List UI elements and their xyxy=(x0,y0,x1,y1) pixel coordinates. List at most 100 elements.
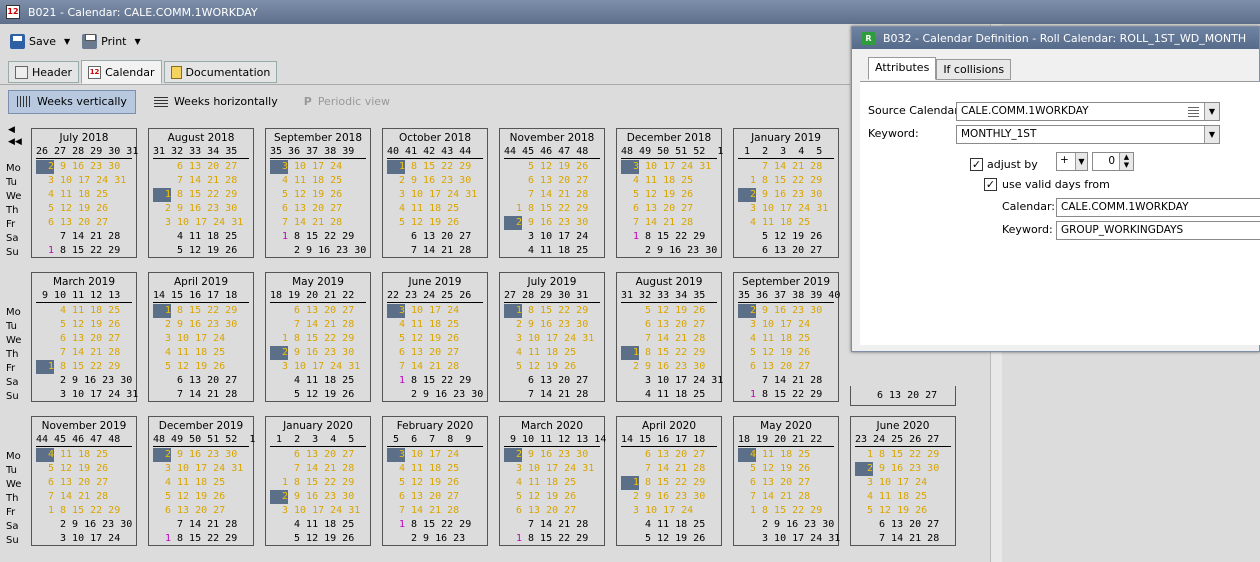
day-numbers[interactable]: 8 15 22 29 xyxy=(522,203,588,214)
day-numbers[interactable]: 8 15 22 29 xyxy=(54,505,120,516)
first-day[interactable]: 6 xyxy=(621,202,639,216)
day-numbers[interactable]: 9 16 23 30 xyxy=(405,175,471,186)
day-numbers[interactable]: 7 14 21 28 xyxy=(873,533,939,544)
day-numbers[interactable]: 5 12 19 26 xyxy=(288,533,354,544)
day-numbers[interactable]: 10 17 24 31 xyxy=(522,463,594,474)
day-numbers[interactable]: 14 21 28 xyxy=(756,491,810,502)
day-numbers[interactable]: 3 10 17 24 xyxy=(54,533,120,544)
day-numbers[interactable]: 11 18 25 xyxy=(522,477,576,488)
month-box[interactable]: December 2019 48 49 50 51 52 12 9 16 23 3… xyxy=(148,416,255,546)
day-numbers[interactable]: 6 13 20 27 xyxy=(639,449,705,460)
day-numbers[interactable]: 9 16 23 30 xyxy=(756,189,822,200)
print-button[interactable]: Print ▼ xyxy=(78,32,144,51)
first-day[interactable]: 4 xyxy=(738,332,756,346)
use-valid-days-checkbox[interactable]: ✓ xyxy=(984,178,997,191)
day-numbers[interactable]: 10 17 24 31 xyxy=(288,505,360,516)
first-day[interactable]: 1 xyxy=(387,374,405,388)
first-day[interactable]: 7 xyxy=(270,216,288,230)
first-day[interactable]: 1 xyxy=(153,304,171,318)
first-day[interactable]: 1 xyxy=(153,188,171,202)
day-numbers[interactable]: 10 17 24 31 xyxy=(54,175,126,186)
day-numbers[interactable]: 11 18 25 xyxy=(522,347,576,358)
first-day[interactable]: 1 xyxy=(387,160,405,174)
day-numbers[interactable]: 7 14 21 28 xyxy=(171,519,237,530)
first-day[interactable]: 1 xyxy=(153,532,171,546)
day-numbers[interactable]: 12 19 26 xyxy=(522,361,576,372)
day-numbers[interactable]: 2 9 16 23 30 xyxy=(288,245,366,256)
save-dropdown-icon[interactable]: ▼ xyxy=(64,37,70,46)
day-numbers[interactable]: 5 12 19 26 xyxy=(639,533,705,544)
first-day[interactable]: 3 xyxy=(387,304,405,318)
day-numbers[interactable]: 2 9 16 23 xyxy=(405,533,465,544)
day-numbers[interactable]: 6 13 20 27 xyxy=(639,319,705,330)
first-day[interactable]: 5 xyxy=(270,188,288,202)
day-numbers[interactable]: 9 16 23 30 xyxy=(171,319,237,330)
first-day[interactable]: 3 xyxy=(738,202,756,216)
first-day[interactable]: 5 xyxy=(738,346,756,360)
day-numbers[interactable]: 7 14 21 28 xyxy=(639,463,705,474)
day-numbers[interactable]: 12 19 26 xyxy=(756,347,810,358)
adjust-sign-select[interactable]: + ▼ xyxy=(1056,152,1088,171)
day-numbers[interactable]: 14 21 28 xyxy=(54,491,108,502)
adjust-value-stepper[interactable]: 0 ▲ ▼ xyxy=(1092,152,1134,171)
day-numbers[interactable]: 6 13 20 27 xyxy=(522,375,588,386)
first-day[interactable]: 5 xyxy=(36,202,54,216)
month-box[interactable]: April 2020 14 15 16 17 18 6 13 20 27 7 14… xyxy=(616,416,722,546)
day-numbers[interactable]: 9 16 23 30 xyxy=(756,305,822,316)
first-day[interactable]: 2 xyxy=(270,346,288,360)
day-numbers[interactable]: 5 12 19 26 xyxy=(171,245,237,256)
first-day[interactable]: 5 xyxy=(153,360,171,374)
day-numbers[interactable]: 12 19 26 xyxy=(405,333,459,344)
day-numbers[interactable]: 12 19 26 xyxy=(171,361,225,372)
month-box[interactable]: June 2019 22 23 24 25 26 3 10 17 24 4 11 18… xyxy=(382,272,488,402)
list-icon[interactable] xyxy=(1188,105,1199,117)
day-numbers[interactable]: 11 18 25 xyxy=(405,319,459,330)
first-day[interactable]: 6 xyxy=(36,216,54,230)
first-day[interactable]: 1 xyxy=(738,504,756,518)
first-day[interactable]: 1 xyxy=(270,332,288,346)
day-numbers[interactable]: 12 19 26 xyxy=(405,217,459,228)
first-day[interactable]: 3 xyxy=(153,462,171,476)
first-day[interactable]: 1 xyxy=(270,476,288,490)
month-box[interactable]: November 2019 44 45 46 47 48 4 11 18 25 5 1… xyxy=(31,416,137,546)
first-day[interactable]: 1 xyxy=(36,360,54,374)
day-numbers[interactable]: 14 21 28 xyxy=(639,217,693,228)
first-day[interactable]: 3 xyxy=(621,160,639,174)
day-numbers[interactable]: 2 9 16 23 30 xyxy=(54,375,132,386)
first-day[interactable]: 7 xyxy=(387,360,405,374)
day-numbers[interactable]: 11 18 25 xyxy=(756,217,810,228)
day-numbers[interactable]: 13 20 27 xyxy=(288,203,342,214)
day-numbers[interactable]: 4 11 18 25 xyxy=(288,375,354,386)
first-day[interactable]: 5 xyxy=(738,462,756,476)
day-numbers[interactable]: 8 15 22 29 xyxy=(288,477,354,488)
month-box[interactable]: July 2019 27 28 29 30 31 1 8 15 22 29 2 9 1… xyxy=(499,272,605,402)
day-numbers[interactable]: 9 16 23 30 xyxy=(171,449,237,460)
month-box[interactable]: January 2020 1 2 3 4 5 6 13 20 27 7 14 2… xyxy=(265,416,371,546)
first-day[interactable]: 2 xyxy=(504,318,522,332)
day-numbers[interactable]: 8 15 22 29 xyxy=(756,175,822,186)
keyword-field[interactable]: MONTHLY_1ST ▼ xyxy=(956,125,1220,144)
day-numbers[interactable]: 8 15 22 29 xyxy=(873,449,939,460)
adjust-by-checkbox[interactable]: ✓ xyxy=(970,158,983,171)
day-numbers[interactable]: 3 10 17 24 31 xyxy=(756,533,840,544)
month-box[interactable]: March 2019 9 10 11 12 13 4 11 18 25 5 12… xyxy=(31,272,138,402)
day-numbers[interactable]: 11 18 25 xyxy=(873,491,927,502)
day-numbers[interactable]: 8 15 22 29 xyxy=(54,361,120,372)
first-day[interactable]: 3 xyxy=(387,448,405,462)
first-day[interactable]: 3 xyxy=(270,160,288,174)
first-day[interactable]: 5 xyxy=(387,332,405,346)
day-numbers[interactable]: 5 12 19 26 xyxy=(639,305,705,316)
day-numbers[interactable]: 10 17 24 31 xyxy=(171,463,243,474)
day-numbers[interactable]: 9 16 23 30 xyxy=(522,319,588,330)
day-numbers[interactable]: 10 17 24 xyxy=(405,449,459,460)
weeks-vertically-button[interactable]: Weeks vertically xyxy=(8,89,136,114)
first-day[interactable]: 3 xyxy=(36,174,54,188)
day-numbers[interactable]: 6 13 20 27 xyxy=(54,333,120,344)
day-numbers[interactable]: 9 16 23 30 xyxy=(54,161,120,172)
first-day[interactable]: 5 xyxy=(504,490,522,504)
day-numbers[interactable]: 3 10 17 24 31 xyxy=(639,375,723,386)
day-numbers[interactable]: 9 16 23 30 xyxy=(639,491,705,502)
day-numbers[interactable]: 11 18 25 xyxy=(405,463,459,474)
first-day[interactable]: 6 xyxy=(738,476,756,490)
first-day[interactable]: 2 xyxy=(36,160,54,174)
